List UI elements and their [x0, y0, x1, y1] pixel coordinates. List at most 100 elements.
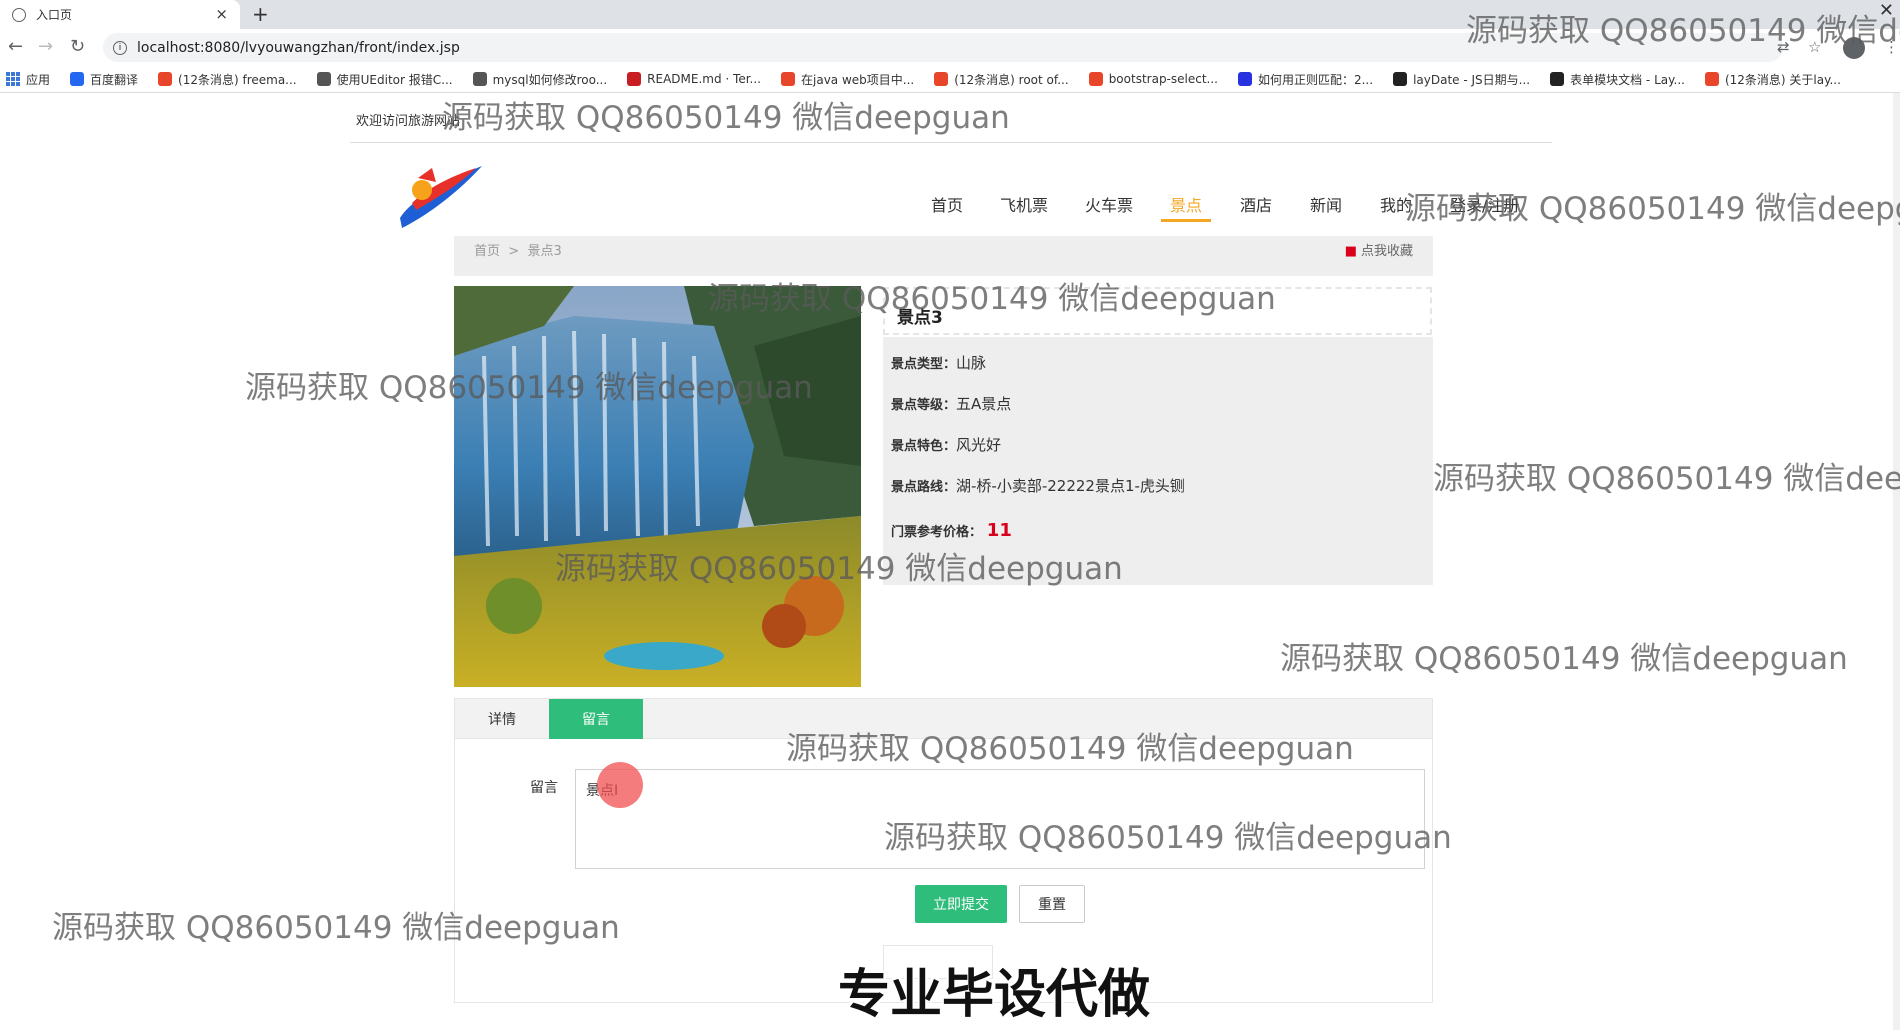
bookmark-item[interactable]: 如何用正则匹配：2... — [1237, 71, 1374, 88]
spot-info-label: 景点类型： — [891, 357, 957, 372]
watermark: 源码获取 QQ86050149 微信deepguan — [245, 370, 813, 406]
comment-label: 留言 — [530, 780, 558, 796]
new-tab-button[interactable]: + — [252, 2, 269, 26]
nav-item[interactable]: 酒店 — [1240, 192, 1272, 216]
watermark: 源码获取 QQ86050149 微信deepguan — [442, 100, 1010, 136]
bookmarks-bar: 应用 百度翻译 (12条消息) freema... 使用UEditor 报错C... m… — [0, 66, 1900, 93]
breadcrumb: 首页 > 景点3 — [474, 240, 562, 259]
spot-info-label: 景点特色： — [891, 439, 957, 454]
apps-icon — [6, 72, 20, 86]
url-text: localhost:8080/lvyouwangzhan/front/index… — [137, 39, 460, 56]
favorite-link[interactable]: ■ 点我收藏 — [1345, 240, 1413, 259]
nav-item[interactable]: 首页 — [931, 192, 963, 216]
bookmark-icon: ■ — [1344, 244, 1357, 259]
browser-tab[interactable]: 入口页 × — [0, 0, 240, 29]
bookmark-label: 在java web项目中... — [801, 72, 915, 87]
layui-icon — [1550, 72, 1565, 86]
bookmark-label: bootstrap-select... — [1108, 72, 1218, 86]
bookmark-label: 表单模块文档 - Lay... — [1570, 72, 1685, 87]
tab-details[interactable]: 详情 — [455, 699, 549, 739]
nav-active-underline — [1161, 219, 1211, 222]
watermark: 源码获取 QQ86050149 微信deepguan — [1433, 461, 1900, 497]
favorite-label: 点我收藏 — [1360, 244, 1413, 259]
bookmark-label: mysql如何修改roo... — [492, 72, 608, 87]
ueditor-icon — [316, 72, 331, 86]
spot-info-row: 景点等级：五A景点 — [891, 393, 1011, 414]
reload-icon[interactable]: ↻ — [70, 36, 85, 57]
bookmark-item[interactable]: mysql如何修改roo... — [472, 71, 608, 88]
nav-item[interactable]: 新闻 — [1310, 192, 1342, 216]
mysql-icon — [472, 72, 487, 86]
bookmark-label: 百度翻译 — [90, 72, 139, 87]
baidu-icon — [1237, 72, 1252, 86]
translate-icon — [70, 72, 85, 86]
watermark: 源码获取 QQ86050149 微信deepguan — [708, 281, 1276, 317]
submit-button[interactable]: 立即提交 — [915, 885, 1007, 923]
bookmark-item[interactable]: 百度翻译 — [70, 71, 138, 88]
nav-item[interactable]: 景点 — [1170, 192, 1202, 216]
mouse-cursor-highlight — [597, 762, 643, 808]
bookmark-label: (12条消息) 关于lay... — [1724, 72, 1841, 87]
watermark: 源码获取 QQ86050149 微信deepguan — [52, 910, 620, 946]
spot-info-label: 景点路线： — [891, 480, 957, 495]
header-divider — [350, 142, 1552, 143]
breadcrumb-bar: 首页 > 景点3 ■ 点我收藏 — [454, 236, 1433, 276]
spot-info-row: 景点路线：湖-桥-小卖部-22222景点1-虎头铡 — [891, 475, 1185, 496]
watermark: 源码获取 QQ86050149 微信deepguan — [1405, 191, 1900, 227]
reset-button[interactable]: 重置 — [1019, 885, 1085, 923]
breadcrumb-current: 景点3 — [527, 244, 562, 259]
bookmark-item[interactable]: bootstrap-select... — [1088, 72, 1218, 86]
watermark: 源码获取 QQ86050149 微信deepguan — [1280, 641, 1848, 677]
breadcrumb-home[interactable]: 首页 — [474, 244, 500, 259]
forward-icon[interactable]: → — [38, 36, 53, 57]
csdn-icon — [158, 72, 173, 86]
spot-info-value: 湖-桥-小卖部-22222景点1-虎头铡 — [956, 477, 1185, 495]
csdn-icon — [1704, 72, 1719, 86]
tab-title: 入口页 — [36, 8, 73, 22]
bookmark-item[interactable]: README.md · Ter... — [627, 72, 761, 86]
cnblogs-icon — [1088, 72, 1103, 86]
bookmark-item[interactable]: 应用 — [6, 71, 50, 88]
breadcrumb-separator: > — [508, 244, 520, 259]
gitee-icon — [627, 72, 642, 86]
spot-info-label: 景点等级： — [891, 398, 957, 413]
bookmark-label: 应用 — [26, 72, 51, 87]
csdn-icon — [781, 72, 795, 86]
csdn-icon — [934, 72, 949, 86]
bookmark-item[interactable]: (12条消息) freema... — [158, 71, 297, 88]
spot-price-value: 11 — [986, 520, 1012, 541]
bookmark-label: layDate - JS日期与... — [1413, 72, 1531, 87]
bookmark-item[interactable]: 使用UEditor 报错C... — [316, 71, 453, 88]
watermark: 源码获取 QQ86050149 微信deepguan — [786, 731, 1354, 767]
watermark: 源码获取 QQ86050149 微信deepguan — [1466, 13, 1900, 49]
bookmark-item[interactable]: 在java web项目中... — [781, 71, 914, 88]
nav-item[interactable]: 飞机票 — [1000, 192, 1048, 216]
back-icon[interactable]: ← — [8, 36, 23, 57]
spot-info-value: 五A景点 — [956, 395, 1012, 413]
bookmark-label: 如何用正则匹配：2... — [1257, 72, 1374, 87]
bookmark-label: (12条消息) root of... — [954, 72, 1069, 87]
spot-info-value: 山脉 — [956, 354, 987, 372]
watermark: 源码获取 QQ86050149 微信deepguan — [884, 820, 1452, 856]
spot-price-row: 门票参考价格： 11 — [891, 520, 1012, 541]
bookmark-item[interactable]: (12条消息) 关于lay... — [1704, 71, 1841, 88]
info-icon[interactable]: i — [113, 40, 127, 55]
layui-icon — [1393, 72, 1408, 86]
tab-close-icon[interactable]: × — [215, 5, 228, 23]
globe-icon — [12, 7, 26, 22]
bookmark-item[interactable]: (12条消息) root of... — [934, 71, 1069, 88]
spot-info-row: 景点特色：风光好 — [891, 434, 1001, 455]
page-scrollbar[interactable] — [1893, 93, 1900, 1030]
tab-comments[interactable]: 留言 — [549, 699, 643, 739]
nav-item[interactable]: 火车票 — [1085, 192, 1133, 216]
bookmark-item[interactable]: layDate - JS日期与... — [1393, 71, 1530, 88]
bookmark-item[interactable]: 表单模块文档 - Lay... — [1550, 71, 1685, 88]
promo-banner: 专业毕设代做 — [838, 965, 1151, 1025]
spot-price-label: 门票参考价格： — [891, 525, 983, 540]
bookmark-label: (12条消息) freema... — [178, 72, 297, 87]
watermark: 源码获取 QQ86050149 微信deepguan — [555, 551, 1123, 587]
bookmark-label: README.md · Ter... — [647, 72, 761, 86]
spot-info-row: 景点类型：山脉 — [891, 352, 986, 373]
site-logo[interactable] — [392, 158, 486, 232]
spot-photo — [454, 286, 861, 687]
